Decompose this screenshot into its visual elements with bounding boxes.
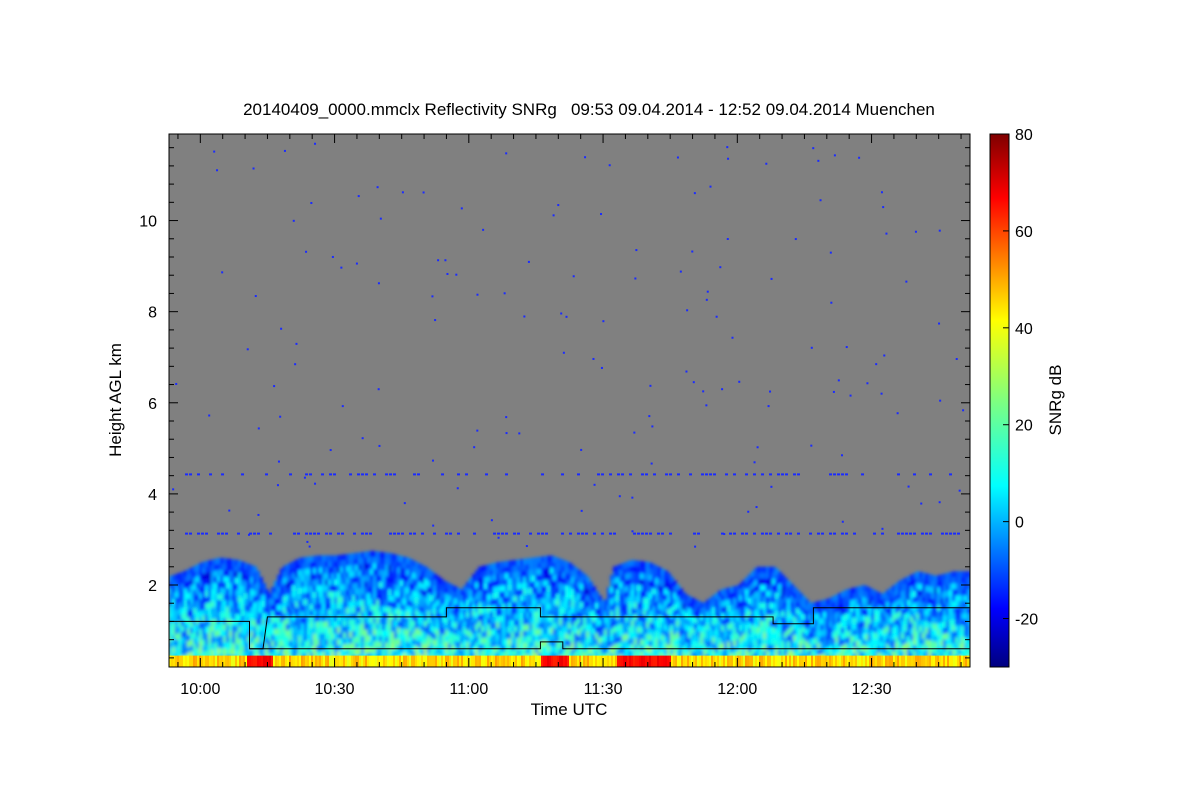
- colorbar-tick-label: 0: [1015, 515, 1024, 532]
- colorbar-tick-label: 20: [1015, 418, 1033, 435]
- x-tick-label: 11:30: [584, 681, 623, 698]
- y-tick-label: 10: [139, 214, 157, 231]
- y-axis-label: Height AGL km: [106, 343, 125, 457]
- surface-echo-band: [169, 655, 970, 667]
- colorbar-tick-label: 80: [1015, 127, 1033, 144]
- x-tick-label: 10:00: [180, 681, 220, 698]
- x-tick-label: 10:30: [315, 681, 355, 698]
- chart-title: 20140409_0000.mmclx Reflectivity SNRg 09…: [243, 100, 935, 119]
- colorbar-tick-label: 40: [1015, 321, 1033, 338]
- y-tick-label: 4: [148, 487, 157, 504]
- colorbar-tick-label: 60: [1015, 224, 1033, 241]
- x-tick-label: 12:00: [717, 681, 757, 698]
- x-tick-label: 11:00: [449, 681, 488, 698]
- y-tick-label: 8: [148, 305, 157, 322]
- plot-area: [168, 133, 971, 668]
- radar-chart: 20140409_0000.mmclx Reflectivity SNRg 09…: [106, 100, 1065, 719]
- colorbar-tick-label: -20: [1015, 612, 1038, 629]
- x-axis-label: Time UTC: [531, 700, 608, 719]
- colorbar-label: SNRg dB: [1046, 365, 1065, 436]
- x-tick-label: 12:30: [852, 681, 892, 698]
- y-tick-label: 2: [148, 578, 157, 595]
- colorbar-gradient: [989, 133, 1010, 668]
- colorbar: -20 0 20 40 60 80 SNRg dB: [989, 127, 1065, 668]
- y-tick-label: 6: [148, 396, 157, 413]
